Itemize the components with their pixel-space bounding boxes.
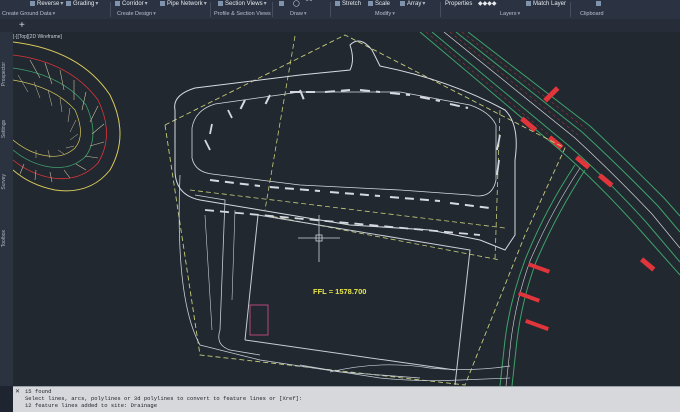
close-icon[interactable]: ✕ xyxy=(15,388,20,395)
command-history-line: Select lines, arcs, polylines or 3d poly… xyxy=(25,395,303,402)
new-tab-button[interactable]: + xyxy=(19,19,25,32)
group-create-ground-data[interactable]: Create Ground Data▾ xyxy=(2,10,55,18)
match-layer-icon xyxy=(526,0,531,6)
group-create-design[interactable]: Create Design▾ xyxy=(117,10,156,18)
match-layer-button[interactable]: Match Layer xyxy=(526,0,566,8)
parcel-marker xyxy=(249,304,269,336)
toolspace-palette: Prospector Settings Survey Toolbox xyxy=(0,32,14,386)
ribbon-separator xyxy=(210,2,211,17)
stretch-button[interactable]: Stretch xyxy=(335,0,361,8)
corridor-icon xyxy=(115,0,120,6)
grading-icon xyxy=(66,0,71,6)
tab-prospector[interactable]: Prospector xyxy=(1,62,11,86)
draw-arc-button[interactable]: ⌒ xyxy=(306,0,312,8)
group-clipboard: Clipboard xyxy=(580,11,604,17)
line-icon xyxy=(279,0,284,6)
draw-circle-button[interactable]: ◯ xyxy=(293,0,300,8)
arc-icon: ⌒ xyxy=(306,1,313,7)
properties-button[interactable]: Properties xyxy=(445,0,472,8)
subdivision-lots xyxy=(13,41,121,192)
ribbon: Reverse▾ Grading▾ Corridor▾ Pipe Network… xyxy=(0,0,680,20)
array-icon xyxy=(400,0,405,6)
group-modify[interactable]: Modify▾ xyxy=(375,10,395,18)
ribbon-separator xyxy=(110,2,111,17)
ribbon-separator xyxy=(440,2,441,17)
ribbon-separator xyxy=(330,2,331,17)
scale-icon xyxy=(368,0,373,6)
reverse-button[interactable]: Reverse▾ xyxy=(30,0,63,8)
draw-line-button[interactable] xyxy=(279,0,286,8)
array-button[interactable]: Array▾ xyxy=(400,0,425,8)
command-line[interactable]: ✕ 15 found Select lines, arcs, polylines… xyxy=(13,386,680,412)
grading-button[interactable]: Grading▾ xyxy=(66,0,98,8)
viewport-controls-label[interactable]: [-][Top][2D Wireframe] xyxy=(13,34,62,40)
paste-icon xyxy=(596,0,601,6)
pipe-network-icon xyxy=(160,0,165,6)
layer-tools-button[interactable]: ◆◆◆◆ xyxy=(478,0,496,8)
command-history-line: 15 found xyxy=(25,388,52,395)
ffl-elevation-label: FFL = 1578.700 xyxy=(313,287,367,296)
tab-survey[interactable]: Survey xyxy=(1,174,11,190)
road-corridor xyxy=(419,32,680,386)
group-layers[interactable]: Layers▾ xyxy=(500,10,520,18)
tab-settings[interactable]: Settings xyxy=(1,120,11,138)
scale-button[interactable]: Scale xyxy=(368,0,390,8)
command-history-line: 12 feature lines added to site: Drainage xyxy=(25,402,158,409)
building-footprint xyxy=(178,174,511,386)
ribbon-separator xyxy=(272,2,273,17)
site-plan-drawing xyxy=(13,32,680,386)
corridor-button[interactable]: Corridor▾ xyxy=(115,0,148,8)
section-views-button[interactable]: Section Views▾ xyxy=(218,0,267,8)
reverse-icon xyxy=(30,0,35,6)
ribbon-separator xyxy=(570,2,571,17)
layer-icon: ◆◆◆◆ xyxy=(478,1,497,7)
circle-icon: ◯ xyxy=(293,1,300,7)
paste-button[interactable] xyxy=(596,0,603,8)
section-views-icon xyxy=(218,0,223,6)
parking-area xyxy=(174,40,517,251)
tab-toolbox[interactable]: Toolbox xyxy=(1,230,11,247)
group-profile-section-views: Profile & Section Views xyxy=(214,11,271,17)
pipe-network-button[interactable]: Pipe Network▾ xyxy=(160,0,207,8)
stretch-icon xyxy=(335,0,340,6)
group-draw[interactable]: Draw▾ xyxy=(290,10,307,18)
drawing-viewport[interactable] xyxy=(13,32,680,386)
file-tab-bar xyxy=(0,19,680,33)
